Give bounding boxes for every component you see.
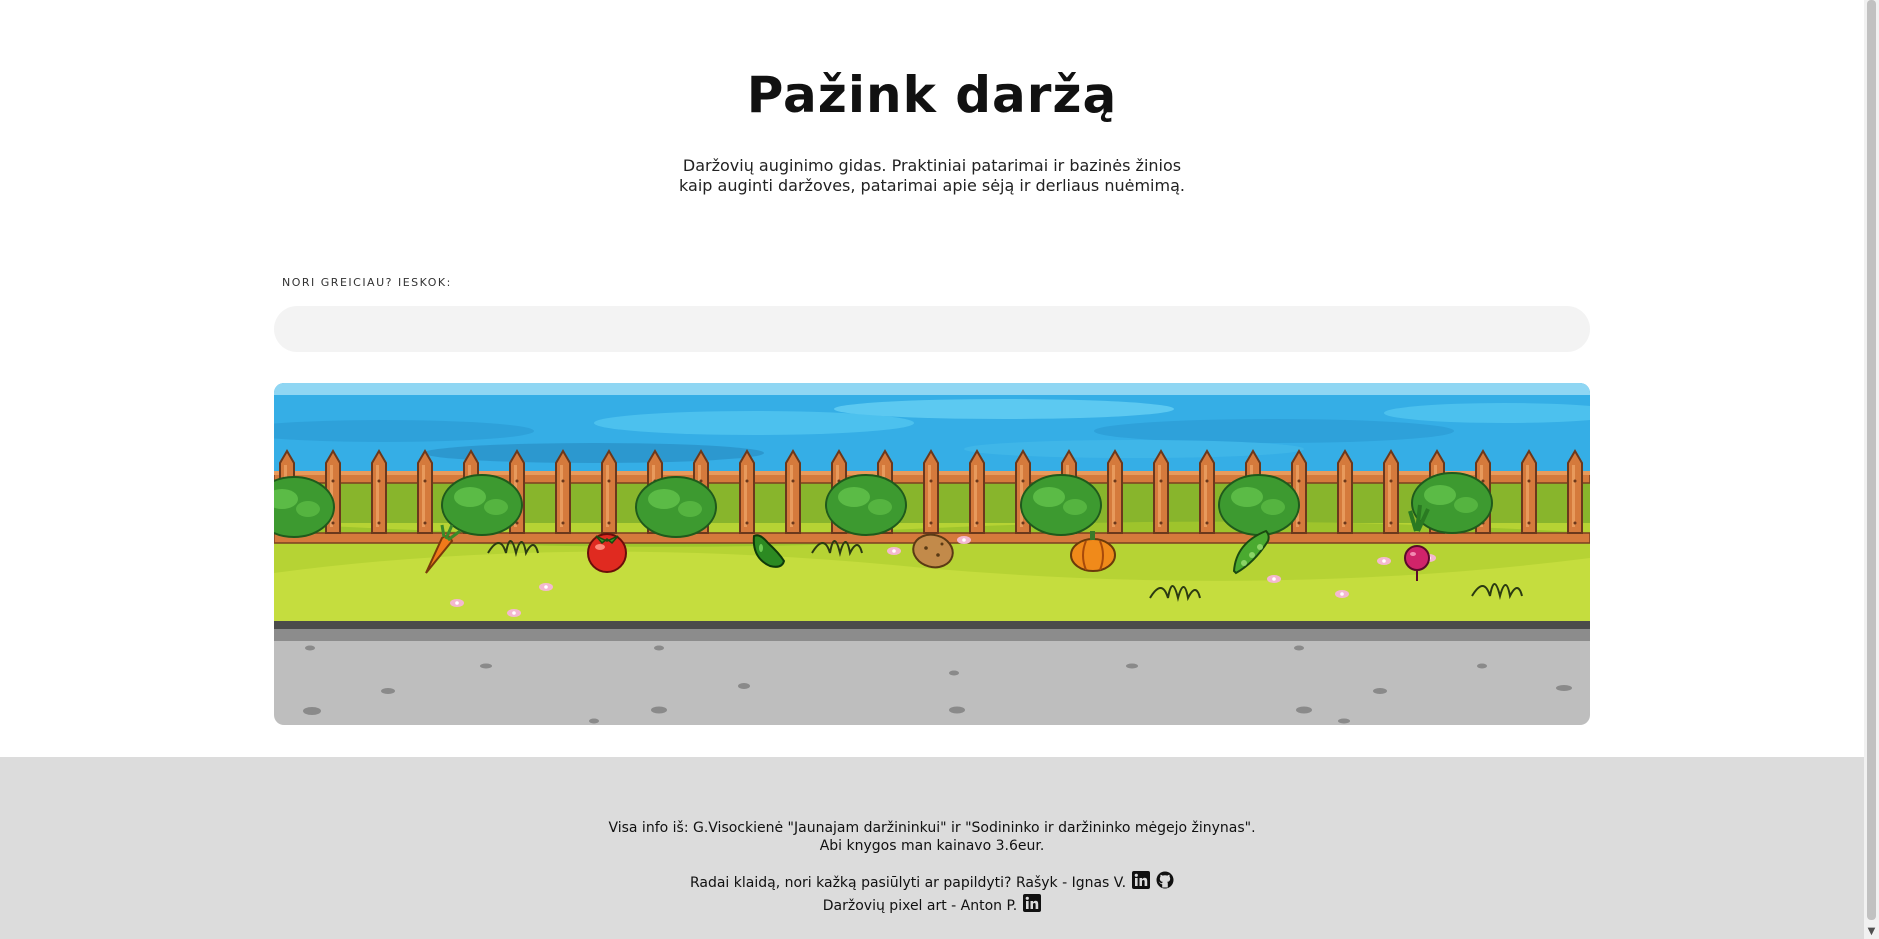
scrollbar-thumb[interactable] (1867, 0, 1876, 920)
footer-credits: Daržovių pixel art - Anton P. (0, 894, 1864, 915)
search-label: NORI GREICIAU? IESKOK: (282, 276, 452, 289)
footer-credits-text: Daržovių pixel art - Anton P. (822, 898, 1018, 914)
footer: Visa info iš: G.Visockienė "Jaunajam dar… (0, 757, 1864, 939)
page-subtitle: Daržovių auginimo gidas. Praktiniai pata… (632, 156, 1232, 196)
subtitle-line-1: Daržovių auginimo gidas. Praktiniai pata… (682, 156, 1182, 175)
footer-price: Abi knygos man kainavo 3.6eur. (819, 838, 1045, 854)
page: Pažink daržą Daržovių auginimo gidas. Pr… (0, 0, 1864, 939)
page-title: Pažink daržą (746, 66, 1118, 124)
search-input[interactable] (274, 306, 1590, 352)
tomato-icon[interactable] (587, 533, 627, 573)
footer-contact: Radai klaidą, nori kažką pasiūlyti ar pa… (0, 871, 1864, 892)
github-icon[interactable] (1156, 871, 1174, 889)
garden-illustration (274, 383, 1590, 725)
linkedin-icon[interactable] (1023, 894, 1042, 912)
footer-contact-text: Radai klaidą, nori kažką pasiūlyti ar pa… (689, 875, 1127, 891)
subtitle-line-2: kaip auginti daržoves, patarimai apie sė… (679, 176, 1185, 195)
scroll-down-arrow-icon[interactable]: ▼ (1864, 924, 1879, 939)
footer-sources: Visa info iš: G.Visockienė "Jaunajam dar… (608, 820, 1256, 836)
linkedin-icon[interactable] (1132, 871, 1151, 889)
